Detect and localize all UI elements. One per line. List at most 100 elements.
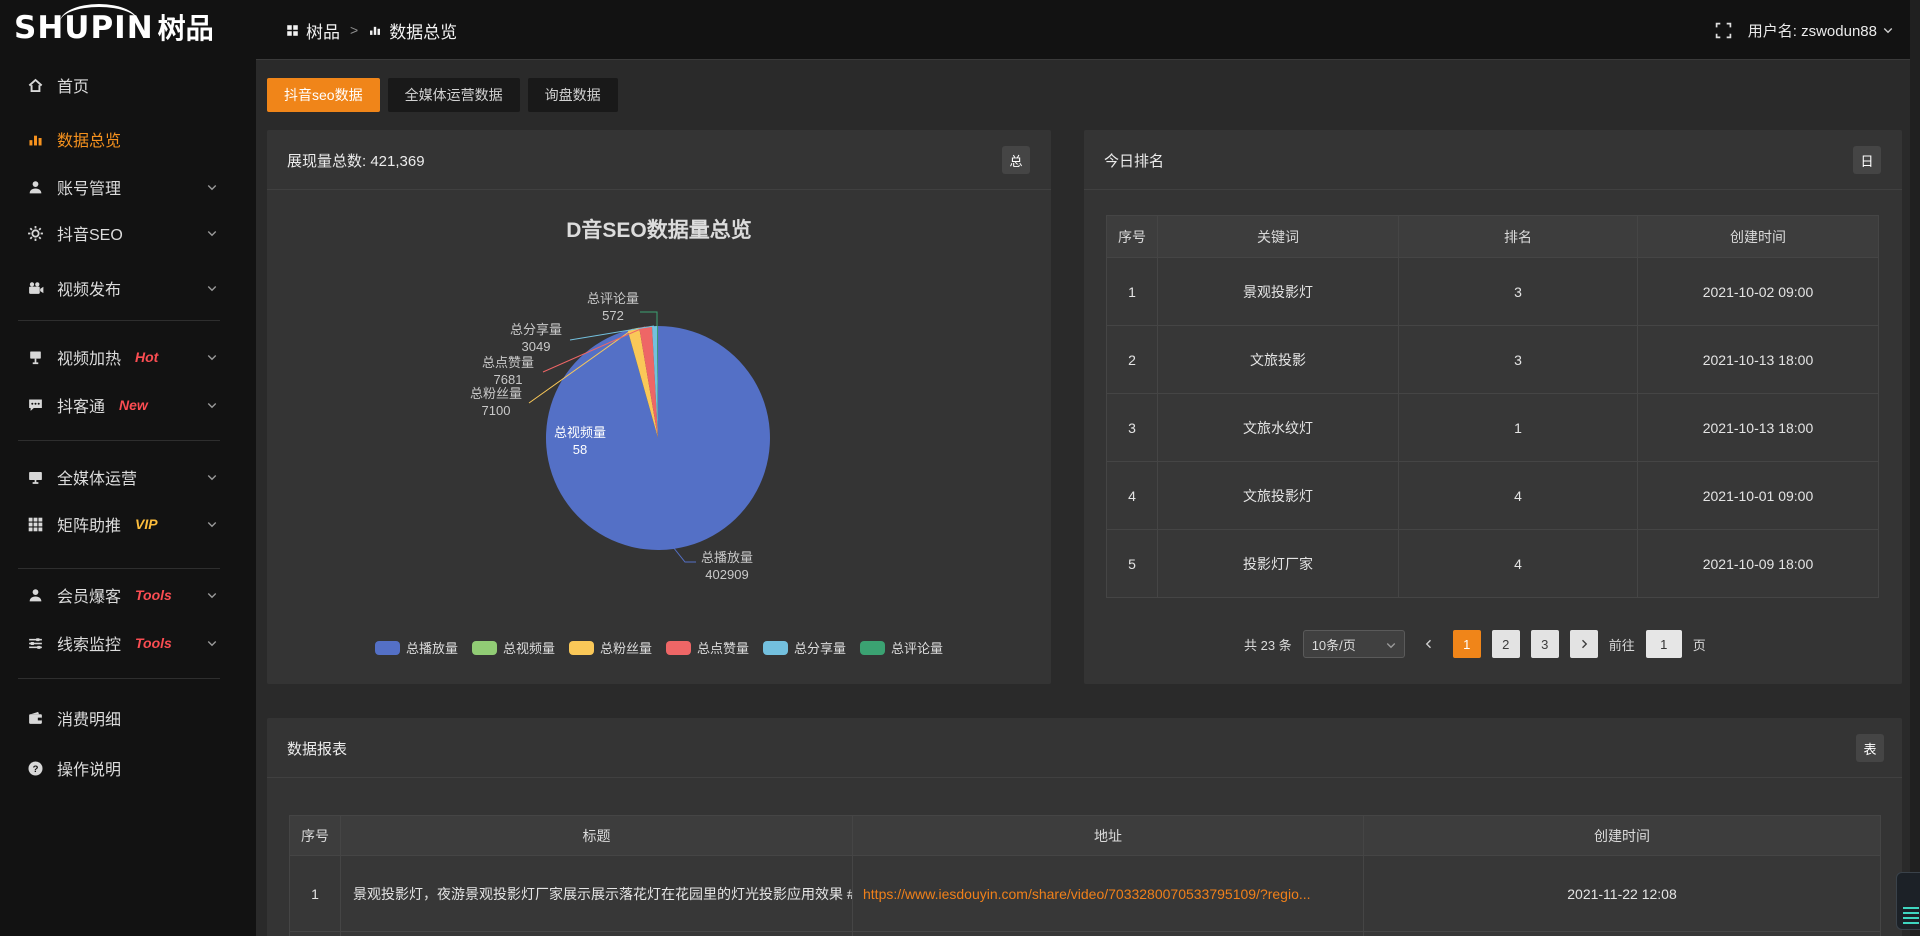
legend-swatch bbox=[666, 641, 691, 655]
rank-panel-header: 今日排名 日 bbox=[1084, 130, 1902, 190]
chevron-down-icon bbox=[206, 227, 218, 239]
prev-page-button[interactable] bbox=[1416, 630, 1442, 658]
breadcrumb-item-data-overview[interactable]: 数据总览 bbox=[368, 18, 457, 43]
sidebar-item-omnimedia[interactable]: 全媒体运营 bbox=[0, 462, 256, 492]
legend-swatch bbox=[375, 641, 400, 655]
legend-label: 总点赞量 bbox=[697, 638, 749, 657]
legend-item-总点赞量[interactable]: 总点赞量 bbox=[666, 638, 749, 657]
next-page-button[interactable] bbox=[1570, 630, 1598, 658]
sidebar-item-video-publish[interactable]: 视频发布 bbox=[0, 273, 256, 303]
legend-item-总播放量[interactable]: 总播放量 bbox=[375, 638, 458, 657]
username-dropdown[interactable]: 用户名: zswodun88 bbox=[1748, 20, 1894, 41]
wallet-icon bbox=[27, 710, 44, 727]
tools-tag: Tools bbox=[135, 587, 172, 603]
fullscreen-icon[interactable] bbox=[1715, 22, 1732, 39]
col-index: 序号 bbox=[290, 816, 341, 856]
pie-label-name: 总播放量 bbox=[701, 550, 753, 565]
page-button-2[interactable]: 2 bbox=[1492, 630, 1520, 658]
chevron-down-icon bbox=[206, 181, 218, 193]
table-badge[interactable]: 表 bbox=[1856, 734, 1884, 762]
grid-icon bbox=[27, 516, 44, 533]
table-row bbox=[290, 932, 1881, 936]
pie-chart-svg[interactable]: 总播放量402909总视频量58总粉丝量7100总点赞量7681总分享量3049… bbox=[267, 190, 1051, 684]
report-table-header-row: 序号 标题 地址 创建时间 bbox=[290, 816, 1881, 856]
corner-widget[interactable] bbox=[1896, 872, 1920, 930]
sidebar-item-instructions[interactable]: ? 操作说明 bbox=[0, 753, 256, 783]
tools-tag: Tools bbox=[135, 635, 172, 651]
tab-inquiry-data[interactable]: 询盘数据 bbox=[528, 78, 618, 112]
pagination-total: 共 23 条 bbox=[1244, 635, 1292, 654]
daily-badge[interactable]: 日 bbox=[1853, 146, 1881, 174]
video-url-link[interactable]: https://www.iesdouyin.com/share/video/70… bbox=[863, 886, 1311, 902]
table-row: 5 投影灯厂家 4 2021-10-09 18:00 bbox=[1107, 530, 1879, 598]
pie-label-line bbox=[673, 547, 696, 562]
sidebar-item-video-heat[interactable]: 视频加热 Hot bbox=[0, 342, 256, 372]
report-panel-title: 数据报表 bbox=[287, 738, 347, 759]
sidebar-item-lead-monitor[interactable]: 线索监控 Tools bbox=[0, 628, 256, 658]
legend-swatch bbox=[569, 641, 594, 655]
data-tabs: 抖音seo数据 全媒体运营数据 询盘数据 bbox=[267, 78, 618, 112]
data-report-panel: 数据报表 表 序号 标题 地址 创建时间 1 景观投影灯，夜游景观投影灯厂家展示… bbox=[267, 718, 1902, 936]
breadcrumb-separator: > bbox=[350, 22, 358, 38]
legend-label: 总评论量 bbox=[891, 638, 943, 657]
billboard-icon bbox=[27, 349, 44, 366]
report-table: 序号 标题 地址 创建时间 1 景观投影灯，夜游景观投影灯厂家展示展示落花灯在花… bbox=[289, 815, 1881, 936]
logo-arc bbox=[60, 4, 138, 22]
total-badge[interactable]: 总 bbox=[1002, 146, 1030, 174]
sidebar-item-douketong[interactable]: 抖客通 New bbox=[0, 390, 256, 420]
col-rank: 排名 bbox=[1399, 216, 1638, 258]
goto-unit: 页 bbox=[1693, 635, 1706, 654]
legend-item-总评论量[interactable]: 总评论量 bbox=[860, 638, 943, 657]
chevron-down-icon bbox=[206, 399, 218, 411]
pie-label-name: 总视频量 bbox=[554, 425, 606, 440]
tab-omnimedia-data[interactable]: 全媒体运营数据 bbox=[388, 78, 520, 112]
sidebar-item-douyin-seo[interactable]: 抖音SEO bbox=[0, 218, 256, 248]
legend-swatch bbox=[860, 641, 885, 655]
col-url: 地址 bbox=[853, 816, 1364, 856]
bar-chart-icon bbox=[368, 23, 382, 37]
chevron-down-icon bbox=[206, 471, 218, 483]
sidebar-item-matrix-boost[interactable]: 矩阵助推 VIP bbox=[0, 509, 256, 539]
pie-label-value: 3049 bbox=[522, 339, 551, 354]
tab-douyin-seo-data[interactable]: 抖音seo数据 bbox=[267, 78, 380, 112]
pie-label-name: 总分享量 bbox=[510, 322, 562, 337]
sidebar-item-member-baoke[interactable]: 会员爆客 Tools bbox=[0, 580, 256, 610]
goto-label: 前往 bbox=[1609, 635, 1635, 654]
chart-legend: 总播放量 总视频量总粉丝量 总点赞量 总分享量 总评论量 bbox=[267, 638, 1051, 657]
sidebar-item-data-overview[interactable]: 数据总览 bbox=[0, 124, 256, 154]
vip-tag: VIP bbox=[135, 516, 158, 532]
gear-icon bbox=[27, 225, 44, 242]
top-header-bar: 树品 > 数据总览 用户名: zswodun88 bbox=[256, 0, 1920, 60]
goto-page-input[interactable] bbox=[1646, 630, 1682, 658]
question-circle-icon: ? bbox=[27, 760, 44, 777]
home-icon bbox=[27, 77, 44, 94]
sidebar: SHUPIN 树品 首页 数据总览 账号管理 抖音SEO 视频发布 bbox=[0, 0, 256, 936]
legend-item-总视频量[interactable]: 总视频量 bbox=[472, 638, 555, 657]
logo[interactable]: SHUPIN 树品 bbox=[14, 7, 214, 51]
breadcrumb-item-home[interactable]: 树品 bbox=[286, 18, 340, 43]
page-button-1[interactable]: 1 bbox=[1453, 630, 1481, 658]
sidebar-item-account-management[interactable]: 账号管理 bbox=[0, 172, 256, 202]
pie-label-name: 总评论量 bbox=[587, 291, 639, 306]
table-row: 3 文旅水纹灯 1 2021-10-13 18:00 bbox=[1107, 394, 1879, 462]
legend-label: 总视频量 bbox=[503, 638, 555, 657]
sidebar-divider bbox=[18, 440, 220, 441]
page-size-select[interactable]: 10条/页 bbox=[1303, 630, 1405, 658]
page-scrollbar[interactable] bbox=[1910, 0, 1920, 936]
sidebar-item-home[interactable]: 首页 bbox=[0, 70, 256, 100]
sliders-icon bbox=[27, 635, 44, 652]
legend-item-总粉丝量[interactable]: 总粉丝量 bbox=[569, 638, 652, 657]
legend-label: 总分享量 bbox=[794, 638, 846, 657]
bar-chart-icon bbox=[27, 131, 44, 148]
pagination: 共 23 条 10条/页 1 2 3 前往 页 bbox=[1244, 630, 1706, 658]
pie-label-value: 7681 bbox=[494, 372, 523, 387]
legend-item-总分享量[interactable]: 总分享量 bbox=[763, 638, 846, 657]
table-row: 2 文旅投影 3 2021-10-13 18:00 bbox=[1107, 326, 1879, 394]
user-area: 用户名: zswodun88 bbox=[1715, 0, 1894, 60]
page-button-3[interactable]: 3 bbox=[1531, 630, 1559, 658]
pie-label-line bbox=[640, 312, 657, 326]
chevron-down-icon bbox=[1385, 639, 1396, 650]
sidebar-item-spending-details[interactable]: 消费明细 bbox=[0, 703, 256, 733]
chevron-down-icon bbox=[206, 518, 218, 530]
sidebar-divider bbox=[18, 320, 220, 321]
